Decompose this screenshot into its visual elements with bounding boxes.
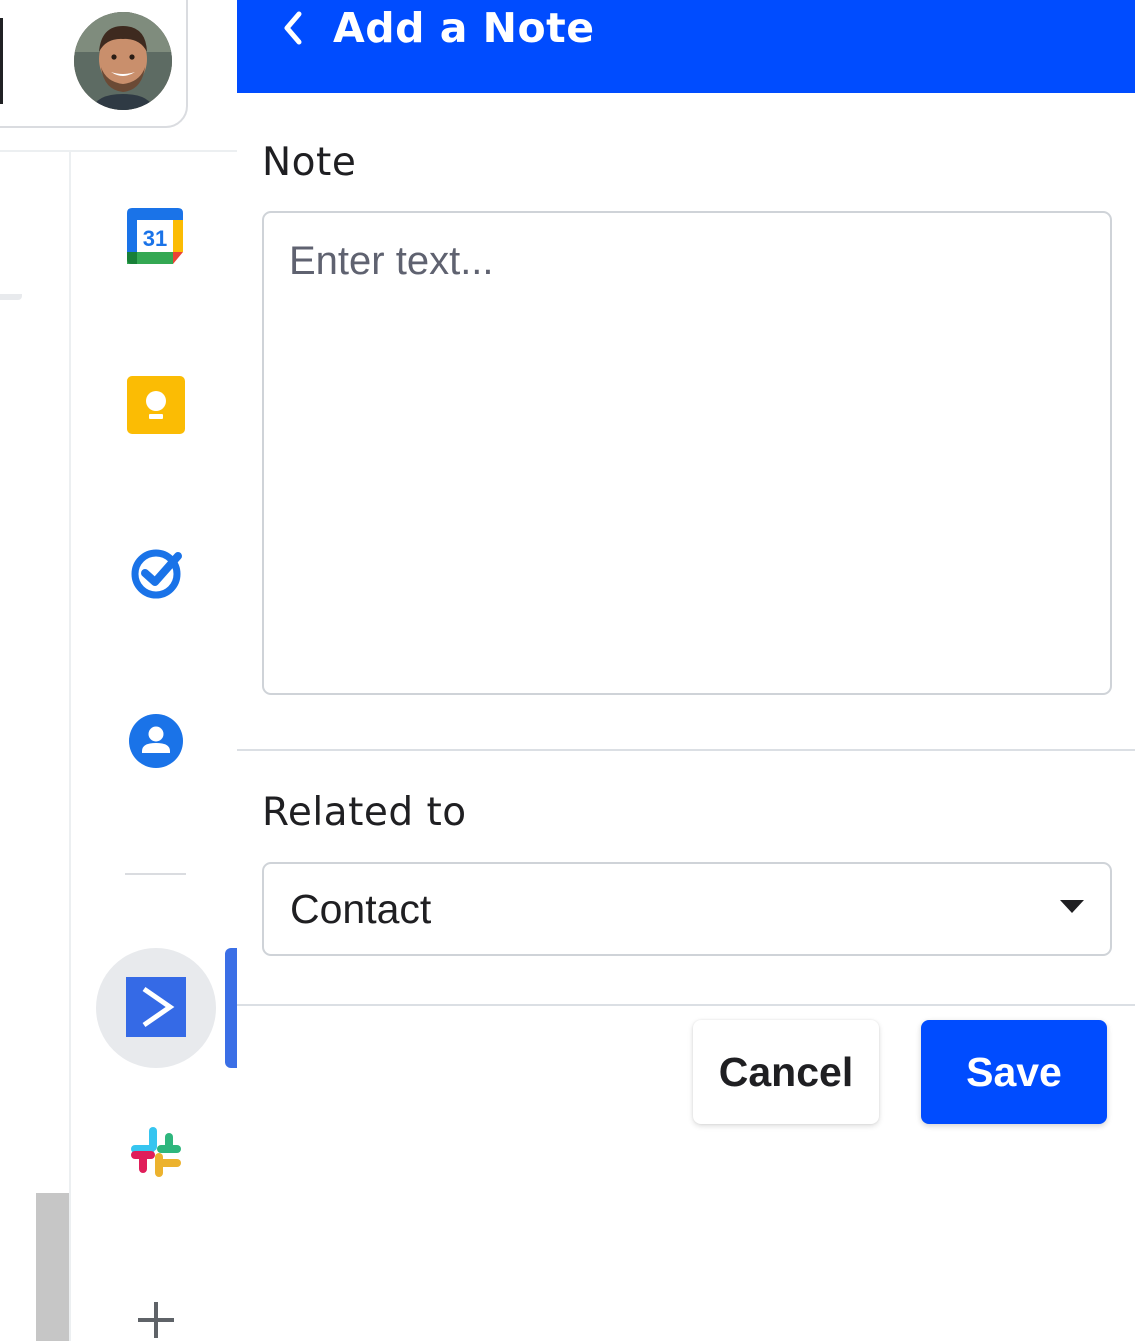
rail-separator <box>125 873 186 875</box>
avatar[interactable] <box>74 12 172 110</box>
related-to-label: Related to <box>262 790 467 835</box>
activecampaign-icon[interactable] <box>126 977 186 1037</box>
panel-header: Add a Note <box>237 0 1135 93</box>
gmail-side-area: 31 <box>0 0 237 1341</box>
section-divider <box>237 749 1135 751</box>
keep-icon[interactable] <box>127 376 185 434</box>
save-button[interactable]: Save <box>921 1020 1107 1124</box>
note-textarea[interactable] <box>262 211 1112 695</box>
scrollbar-thumb[interactable] <box>36 1193 69 1341</box>
page-title: Add a Note <box>333 4 595 52</box>
footer-divider <box>237 1004 1135 1006</box>
tasks-icon[interactable] <box>128 544 186 602</box>
related-to-value: Contact <box>290 886 432 932</box>
note-label: Note <box>262 140 357 185</box>
calendar-icon[interactable]: 31 <box>125 206 185 266</box>
cancel-button[interactable]: Cancel <box>693 1020 879 1124</box>
top-rule <box>0 150 237 152</box>
contacts-icon[interactable] <box>128 713 184 769</box>
slack-icon[interactable] <box>129 1125 183 1179</box>
back-button[interactable] <box>275 6 311 50</box>
related-to-select[interactable]: Contact <box>262 862 1112 956</box>
rail-divider-line <box>69 152 71 1341</box>
chevron-left-icon <box>284 11 302 45</box>
active-addon-indicator <box>225 948 237 1068</box>
left-tab-remnant <box>0 294 22 300</box>
plus-icon[interactable] <box>136 1300 176 1340</box>
caret-down-icon <box>1060 900 1084 913</box>
account-bar <box>0 18 3 104</box>
calendar-date: 31 <box>143 226 167 251</box>
add-note-panel: Add a Note Note Related to Contact Cance… <box>237 0 1135 1341</box>
